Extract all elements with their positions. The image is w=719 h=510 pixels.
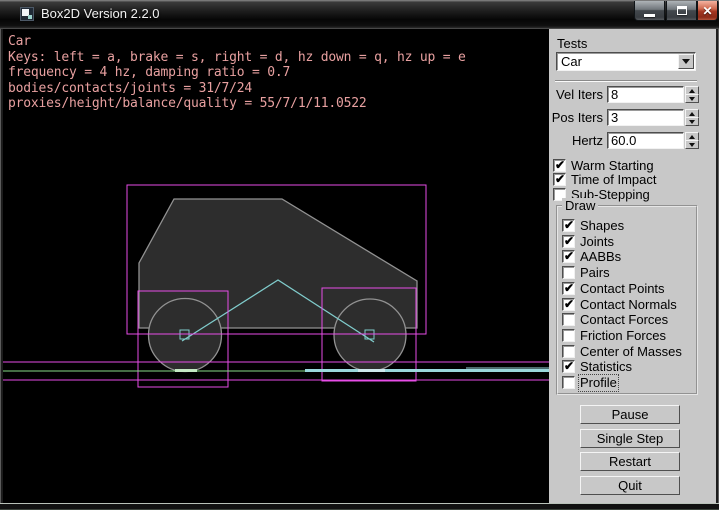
checkbox-label-contact-forces[interactable]: Contact Forces <box>580 313 668 327</box>
close-button[interactable]: ✕ <box>697 1 718 21</box>
control-panel: Tests Car Vel Iters8Pos Iters3Hertz60.0 … <box>549 29 716 503</box>
app-window: Box2D Version 2.2.0 ✕ Car Keys: left = a,… <box>0 0 719 510</box>
tests-dropdown-arrow-button[interactable] <box>678 54 694 69</box>
simulation-canvas[interactable]: Car Keys: left = a, brake = s, right = d,… <box>3 29 549 503</box>
checkbox-contact-points[interactable]: ✔ <box>562 282 575 295</box>
vel-iters-spinner <box>685 86 699 103</box>
arrow-up-icon <box>689 112 695 116</box>
checkbox-statistics[interactable]: ✔ <box>562 360 575 373</box>
checkbox-label-shapes[interactable]: Shapes <box>580 219 624 233</box>
pos-iters-label: Pos Iters <box>549 109 603 126</box>
minimize-button[interactable] <box>634 1 665 21</box>
window-border-bottom <box>0 503 719 510</box>
hertz-spinner-down-button[interactable] <box>685 140 699 149</box>
checkbox-joints[interactable]: ✔ <box>562 235 575 248</box>
checkbox-label-profile[interactable]: Profile <box>580 376 617 390</box>
checkbox-profile[interactable] <box>562 376 575 389</box>
restart-button[interactable]: Restart <box>580 452 680 471</box>
checkbox-label-aabbs[interactable]: AABBs <box>580 250 621 264</box>
vel-iters-input[interactable]: 8 <box>607 86 684 103</box>
maximize-icon <box>677 6 687 15</box>
arrow-down-icon <box>689 97 695 101</box>
single-step-button[interactable]: Single Step <box>580 429 680 448</box>
hertz-spinner <box>685 132 699 149</box>
arrow-down-icon <box>689 143 695 147</box>
checkmark-icon: ✔ <box>564 234 574 248</box>
arrow-up-icon <box>689 89 695 93</box>
vel-iters-label: Vel Iters <box>549 86 603 103</box>
title-bar[interactable]: Box2D Version 2.2.0 ✕ <box>0 0 719 29</box>
close-icon: ✕ <box>702 2 712 20</box>
debug-text-line: Car <box>8 35 31 49</box>
checkmark-icon: ✔ <box>564 359 574 373</box>
maximize-button[interactable] <box>666 1 697 21</box>
pos-iters-spinner-down-button[interactable] <box>685 117 699 126</box>
checkbox-label-joints[interactable]: Joints <box>580 235 614 249</box>
hertz-row: Hertz60.0 <box>549 132 716 149</box>
tests-dropdown[interactable]: Car <box>556 52 696 71</box>
draw-group-label: Draw <box>562 198 598 213</box>
separator <box>555 80 697 82</box>
pos-iters-input[interactable]: 3 <box>607 109 684 126</box>
front-contact-point <box>358 369 385 372</box>
chevron-down-icon <box>682 59 690 64</box>
debug-text-line: bodies/contacts/joints = 31/7/24 <box>8 82 252 96</box>
tests-label: Tests <box>557 36 587 51</box>
debug-text-line: Keys: left = a, brake = s, right = d, hz… <box>8 51 466 65</box>
hertz-label: Hertz <box>549 132 603 149</box>
vel-iters-spinner-down-button[interactable] <box>685 94 699 103</box>
checkbox-warm-starting[interactable]: ✔ <box>553 159 566 172</box>
checkbox-contact-normals[interactable]: ✔ <box>562 298 575 311</box>
checkbox-friction-forces[interactable] <box>562 329 575 342</box>
checkbox-time-of-impact[interactable]: ✔ <box>553 173 566 186</box>
checkmark-icon: ✔ <box>555 172 565 186</box>
checkbox-label-time-of-impact[interactable]: Time of Impact <box>571 173 656 187</box>
checkmark-icon: ✔ <box>564 249 574 263</box>
checkbox-label-friction-forces[interactable]: Friction Forces <box>580 329 666 343</box>
checkmark-icon: ✔ <box>564 281 574 295</box>
checkbox-label-contact-normals[interactable]: Contact Normals <box>580 298 677 312</box>
rear-contact-point <box>175 369 197 372</box>
checkbox-label-center-of-masses[interactable]: Center of Masses <box>580 345 682 359</box>
checkbox-label-warm-starting[interactable]: Warm Starting <box>571 159 654 173</box>
pause-button[interactable]: Pause <box>580 405 680 424</box>
window-title: Box2D Version 2.2.0 <box>41 6 160 21</box>
app-icon <box>20 7 34 21</box>
checkbox-label-contact-points[interactable]: Contact Points <box>580 282 665 296</box>
arrow-down-icon <box>689 120 695 124</box>
pos-iters-spinner <box>685 109 699 126</box>
checkbox-shapes[interactable]: ✔ <box>562 219 575 232</box>
pos-iters-row: Pos Iters3 <box>549 109 716 126</box>
tests-dropdown-value: Car <box>561 54 582 69</box>
checkbox-label-pairs[interactable]: Pairs <box>580 266 610 280</box>
checkbox-pairs[interactable] <box>562 266 575 279</box>
checkmark-icon: ✔ <box>564 218 574 232</box>
arrow-up-icon <box>689 135 695 139</box>
checkbox-contact-forces[interactable] <box>562 313 575 326</box>
minimize-icon <box>644 14 655 17</box>
vel-iters-row: Vel Iters8 <box>549 86 716 103</box>
debug-text-line: proxies/height/balance/quality = 55/7/1/… <box>8 97 366 111</box>
checkmark-icon: ✔ <box>555 158 565 172</box>
checkmark-icon: ✔ <box>564 297 574 311</box>
checkbox-aabbs[interactable]: ✔ <box>562 250 575 263</box>
rear-wheel <box>149 299 222 372</box>
window-border-left <box>0 29 3 503</box>
front-wheel <box>334 299 406 371</box>
quit-button[interactable]: Quit <box>580 476 680 495</box>
debug-text-line: frequency = 4 hz, damping ratio = 0.7 <box>8 66 290 80</box>
checkbox-center-of-masses[interactable] <box>562 345 575 358</box>
hertz-input[interactable]: 60.0 <box>607 132 684 149</box>
checkbox-label-statistics[interactable]: Statistics <box>580 360 632 374</box>
